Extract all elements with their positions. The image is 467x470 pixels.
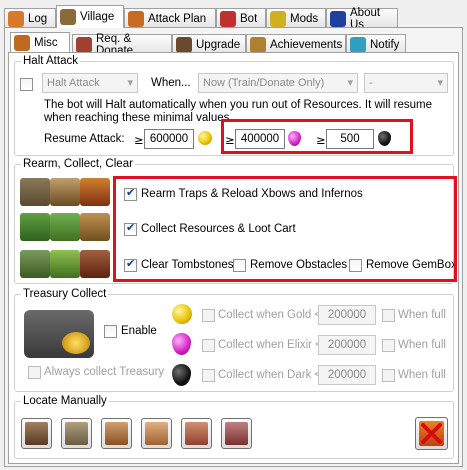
log-icon — [8, 10, 24, 27]
trap-icon — [80, 178, 110, 206]
clear-x-icon — [419, 421, 444, 446]
mine-icon — [20, 213, 50, 241]
gold-icon — [198, 131, 212, 145]
tab-log[interactable]: Log — [4, 8, 56, 28]
locate-clancastle-button[interactable] — [61, 418, 92, 449]
halt-extra-select[interactable]: - — [364, 73, 448, 93]
rearm-legend: Rearm, Collect, Clear — [23, 158, 133, 170]
tab-mods-label: Mods — [290, 12, 319, 25]
gold-when-full-checkbox[interactable] — [382, 309, 395, 322]
always-collect-label[interactable]: Always collect Treasury — [44, 366, 164, 378]
donate-icon — [76, 36, 92, 53]
tab-misc-label: Misc — [34, 36, 58, 49]
crown-icon — [270, 10, 286, 27]
locate-armycamp-button[interactable] — [141, 418, 172, 449]
tab-achievements-label: Achievements — [270, 38, 343, 51]
clancastle-icon — [65, 422, 88, 445]
achievements-icon — [250, 36, 266, 53]
treasury-icon — [24, 310, 94, 358]
gold-when-full-label[interactable]: When full — [398, 309, 446, 321]
treasury-enable-label[interactable]: Enable — [121, 325, 157, 337]
halt-when-select[interactable]: Now (Train/Donate Only) — [198, 73, 358, 93]
barracks-icon — [105, 422, 128, 445]
misc-icon — [14, 34, 30, 51]
bot-icon — [220, 10, 236, 27]
collector-icon — [50, 213, 80, 241]
always-collect-checkbox[interactable] — [28, 366, 41, 379]
when-label: When... — [151, 77, 191, 89]
treasury-enable-checkbox[interactable] — [104, 325, 117, 338]
collect-dark-checkbox[interactable] — [202, 369, 215, 382]
resume-attack-label: Resume Attack: — [44, 133, 125, 145]
tab-notify-label: Notify — [370, 38, 400, 51]
tab-upgrade-label: Upgrade — [196, 38, 241, 51]
attack-plan-icon — [128, 10, 144, 27]
halt-attack-legend: Halt Attack — [23, 55, 78, 67]
tab-req-donate[interactable]: Req. & Donate — [72, 33, 172, 57]
collect-elixir-checkbox[interactable] — [202, 339, 215, 352]
clear-locations-button[interactable] — [415, 417, 448, 450]
info-icon — [330, 10, 346, 27]
tab-village-label: Village — [80, 11, 115, 23]
locate-spellfactory-button[interactable] — [181, 418, 212, 449]
gembox-icon — [80, 250, 110, 278]
treasury-legend: Treasury Collect — [23, 288, 107, 300]
tab-bot-label: Bot — [240, 12, 258, 25]
tab-village[interactable]: Village — [56, 5, 124, 28]
drill-icon — [80, 213, 110, 241]
village-icon — [60, 9, 76, 25]
collect-dark-input[interactable]: 200000 — [318, 365, 376, 385]
rearm-highlight-box — [113, 176, 457, 282]
resume-highlight-box — [221, 119, 413, 154]
laboratory-icon — [225, 422, 248, 445]
bush-icon — [50, 250, 80, 278]
locate-laboratory-button[interactable] — [221, 418, 252, 449]
tab-notify[interactable]: Notify — [346, 34, 406, 54]
inferno-icon — [50, 178, 80, 206]
collect-gold-checkbox[interactable] — [202, 309, 215, 322]
collect-gold-label[interactable]: Collect when Gold < — [218, 309, 321, 321]
tab-achievements[interactable]: Achievements — [246, 34, 346, 54]
halt-action-select[interactable]: Halt Attack — [42, 73, 138, 93]
tab-upgrade[interactable]: Upgrade — [172, 34, 246, 54]
locate-barracks-button[interactable] — [101, 418, 132, 449]
treasury-coins-icon — [62, 332, 90, 354]
dark-when-full-label[interactable]: When full — [398, 369, 446, 381]
resume-gold-input[interactable]: 600000 — [144, 129, 194, 149]
spellfactory-icon — [185, 422, 208, 445]
locate-townhall-button[interactable] — [21, 418, 52, 449]
tab-log-label: Log — [28, 12, 48, 25]
collect-elixir-input[interactable]: 200000 — [318, 335, 376, 355]
upgrade-icon — [176, 36, 192, 53]
ge-gold-symbol: ≥ — [134, 133, 144, 147]
tab-about-us[interactable]: About Us — [326, 7, 398, 31]
tab-mods[interactable]: Mods — [266, 8, 326, 28]
townhall-icon — [25, 422, 48, 445]
tab-attack-plan-label: Attack Plan — [148, 12, 207, 25]
tombstone-icon — [20, 250, 50, 278]
dark-when-full-checkbox[interactable] — [382, 369, 395, 382]
armycamp-icon — [145, 422, 168, 445]
locate-manually-legend: Locate Manually — [23, 395, 107, 407]
tab-misc[interactable]: Misc — [10, 32, 70, 52]
xbow-icon — [20, 178, 50, 206]
tab-bot[interactable]: Bot — [216, 8, 266, 28]
collect-gold-input[interactable]: 200000 — [318, 305, 376, 325]
collect-elixir-label[interactable]: Collect when Elixir < — [218, 339, 322, 351]
elixir-when-full-checkbox[interactable] — [382, 339, 395, 352]
treasury-gold-icon — [172, 304, 192, 324]
halt-attack-checkbox[interactable] — [20, 78, 33, 91]
elixir-when-full-label[interactable]: When full — [398, 339, 446, 351]
x-mark-icon — [421, 423, 442, 444]
tab-attack-plan[interactable]: Attack Plan — [124, 8, 216, 28]
collect-dark-label[interactable]: Collect when Dark < — [218, 369, 321, 381]
notify-icon — [350, 36, 366, 53]
